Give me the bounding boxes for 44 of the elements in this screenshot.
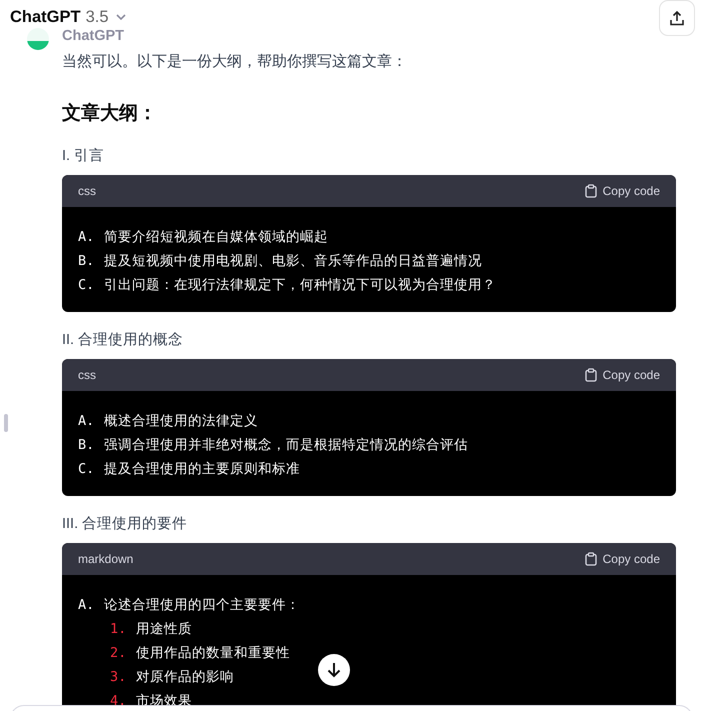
share-icon (670, 10, 684, 26)
list-marker: 1. (110, 620, 128, 639)
copy-code-button[interactable]: Copy code (584, 552, 660, 566)
list-marker: B. (78, 436, 96, 455)
list-marker: A. (78, 596, 96, 615)
copy-code-button[interactable]: Copy code (584, 184, 660, 198)
model-name[interactable]: ChatGPT (10, 8, 81, 26)
code-line: 对原作品的影响 (136, 668, 234, 686)
model-version[interactable]: 3.5 (86, 8, 109, 26)
code-line: 引出问题：在现行法律规定下，何种情况下可以视为合理使用？ (104, 276, 496, 294)
code-language: markdown (78, 552, 134, 566)
outline-heading: 文章大纲： (62, 102, 158, 126)
clipboard-icon (584, 368, 597, 382)
chevron-down-icon[interactable] (116, 14, 126, 20)
intro-text: 当然可以。以下是一份大纲，帮助你撰写这篇文章： (62, 52, 408, 72)
list-marker: B. (78, 252, 96, 271)
code-line: 概述合理使用的法律定义 (104, 412, 258, 430)
code-line: 论述合理使用的四个主要要件： (104, 596, 300, 614)
copy-code-button[interactable]: Copy code (584, 368, 660, 382)
section-title: III. 合理使用的要件 (62, 515, 188, 534)
share-button[interactable] (659, 0, 695, 36)
author-name: ChatGPT (62, 28, 126, 44)
code-line: 提及合理使用的主要原则和标准 (104, 460, 300, 478)
clipboard-icon (584, 552, 597, 566)
resize-handle[interactable] (4, 414, 8, 432)
section-title: I. 引言 (62, 146, 106, 166)
clipboard-icon (584, 184, 597, 198)
code-line: 简要介绍短视频在自媒体领域的崛起 (104, 228, 328, 246)
list-marker: A. (78, 412, 96, 431)
code-language: css (78, 184, 96, 198)
list-marker: A. (78, 228, 96, 247)
code-line: 强调合理使用并非绝对概念，而是根据特定情况的综合评估 (104, 436, 468, 454)
code-line: 使用作品的数量和重要性 (136, 644, 290, 662)
code-language: css (78, 368, 96, 382)
list-marker: 2. (110, 644, 128, 663)
list-marker: C. (78, 460, 96, 479)
list-marker: 3. (110, 668, 128, 687)
list-marker: C. (78, 276, 96, 295)
code-line: 用途性质 (136, 620, 192, 638)
section-title: II. 合理使用的概念 (62, 331, 184, 350)
avatar (27, 28, 49, 50)
list-marker: 4. (110, 692, 128, 711)
code-line: 提及短视频中使用电视剧、电影、音乐等作品的日益普遍情况 (104, 252, 482, 270)
arrow-down-icon (327, 662, 341, 678)
